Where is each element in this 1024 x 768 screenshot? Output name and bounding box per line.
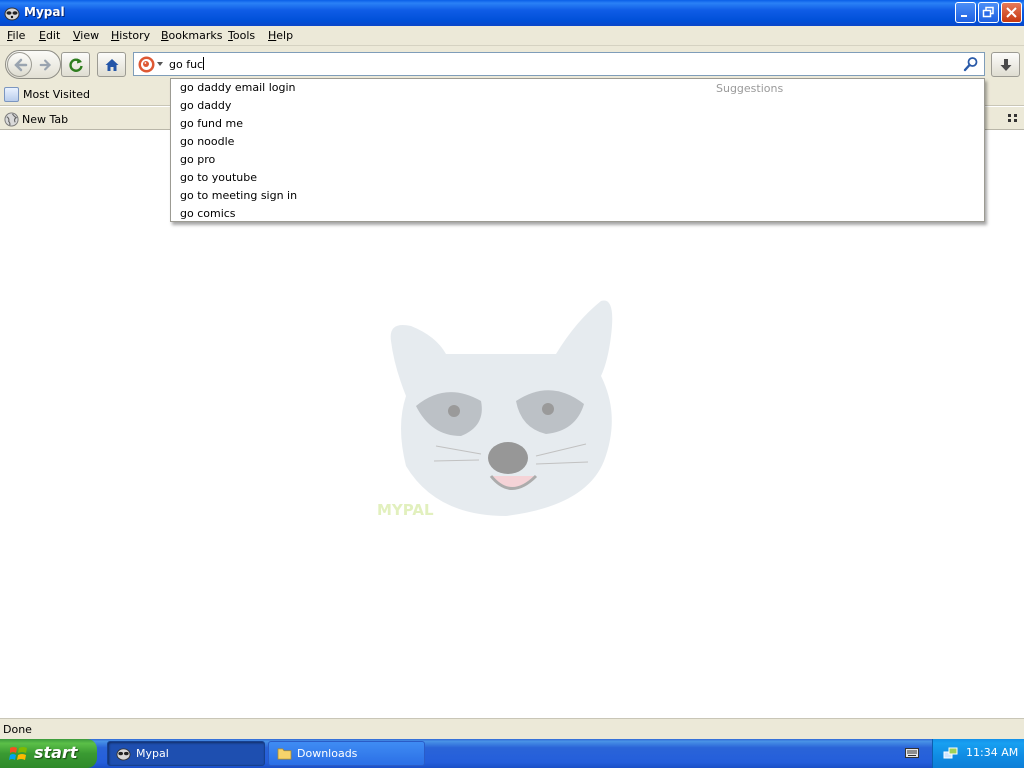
suggestion-item[interactable]: go daddy	[171, 97, 984, 115]
menu-help[interactable]: Help	[268, 29, 293, 42]
system-tray: 11:34 AM	[932, 739, 1024, 768]
start-button[interactable]: start	[0, 739, 97, 768]
close-icon	[1006, 7, 1017, 18]
mypal-icon	[116, 748, 131, 761]
back-forward-group	[5, 50, 61, 79]
status-bar: Done	[0, 718, 1024, 739]
window-title: Mypal	[24, 5, 65, 19]
suggestion-item[interactable]: go to youtube	[171, 169, 984, 187]
network-icon[interactable]	[943, 746, 958, 761]
search-icon[interactable]	[963, 56, 979, 72]
suggestion-item[interactable]: go fund me	[171, 115, 984, 133]
bookmarks-folder-icon	[4, 87, 19, 102]
suggestion-item[interactable]: go pro	[171, 151, 984, 169]
list-all-tabs-icon[interactable]	[1008, 113, 1018, 123]
taskbar-item-label: Downloads	[297, 747, 358, 760]
mypal-wordmark: MYPAL	[377, 501, 434, 519]
forward-button[interactable]	[37, 56, 55, 74]
title-bar: Mypal	[0, 0, 1024, 26]
restore-button[interactable]	[978, 2, 999, 23]
suggestion-item[interactable]: go daddy email login	[171, 79, 984, 97]
bookmark-most-visited[interactable]: Most Visited	[4, 87, 90, 102]
bookmark-label: Most Visited	[23, 88, 90, 101]
home-icon	[105, 58, 118, 71]
keyboard-icon[interactable]	[905, 747, 919, 759]
url-input[interactable]: go fuc	[169, 57, 949, 73]
minimize-button[interactable]	[955, 2, 976, 23]
suggestion-item[interactable]: go noodle	[171, 133, 984, 151]
restore-icon	[982, 6, 994, 18]
suggestion-item[interactable]: go comics	[171, 205, 984, 223]
minimize-icon	[961, 15, 967, 17]
status-text: Done	[3, 723, 32, 736]
menu-tools[interactable]: Tools	[228, 29, 255, 42]
engine-dropdown-icon[interactable]	[157, 62, 163, 66]
tab-label: New Tab	[22, 112, 69, 126]
globe-icon	[4, 111, 19, 127]
search-suggestions-popup: Suggestions go daddy email login go dadd…	[170, 78, 985, 222]
menu-view[interactable]: View	[73, 29, 99, 42]
taskbar-item-mypal[interactable]: Mypal	[107, 741, 265, 766]
taskbar-item-label: Mypal	[136, 747, 169, 760]
start-label: start	[34, 743, 78, 762]
back-icon	[13, 58, 27, 71]
menu-edit[interactable]: Edit	[39, 29, 60, 42]
clock[interactable]: 11:34 AM	[966, 746, 1018, 759]
tab-new-tab[interactable]: New Tab	[2, 109, 68, 129]
folder-icon	[277, 748, 292, 760]
download-icon	[1000, 58, 1011, 71]
taskbar-item-downloads[interactable]: Downloads	[268, 741, 425, 766]
suggestion-item[interactable]: go to meeting sign in	[171, 187, 984, 205]
forward-icon	[39, 59, 52, 71]
taskbar: start Mypal Downloads 11:34 AM	[0, 739, 1024, 768]
home-button[interactable]	[97, 52, 126, 77]
url-text: go fuc	[169, 58, 204, 71]
menu-history[interactable]: History	[111, 29, 150, 42]
reload-button[interactable]	[61, 52, 90, 77]
windows-flag-icon	[9, 747, 27, 760]
duckduckgo-icon[interactable]	[138, 56, 155, 73]
url-bar[interactable]: go fuc	[133, 52, 985, 76]
mypal-icon	[4, 7, 20, 21]
text-cursor	[203, 57, 205, 70]
raccoon-logo	[390, 300, 613, 516]
downloads-button[interactable]	[991, 52, 1020, 77]
menu-file[interactable]: File	[7, 29, 25, 42]
back-button[interactable]	[7, 52, 32, 77]
svg-text:MYPAL: MYPAL	[377, 501, 434, 519]
close-button[interactable]	[1001, 2, 1022, 23]
reload-icon	[68, 58, 83, 72]
menu-bookmarks[interactable]: Bookmarks	[161, 29, 222, 42]
menu-bar: File Edit View History Bookmarks Tools H…	[0, 26, 1024, 46]
